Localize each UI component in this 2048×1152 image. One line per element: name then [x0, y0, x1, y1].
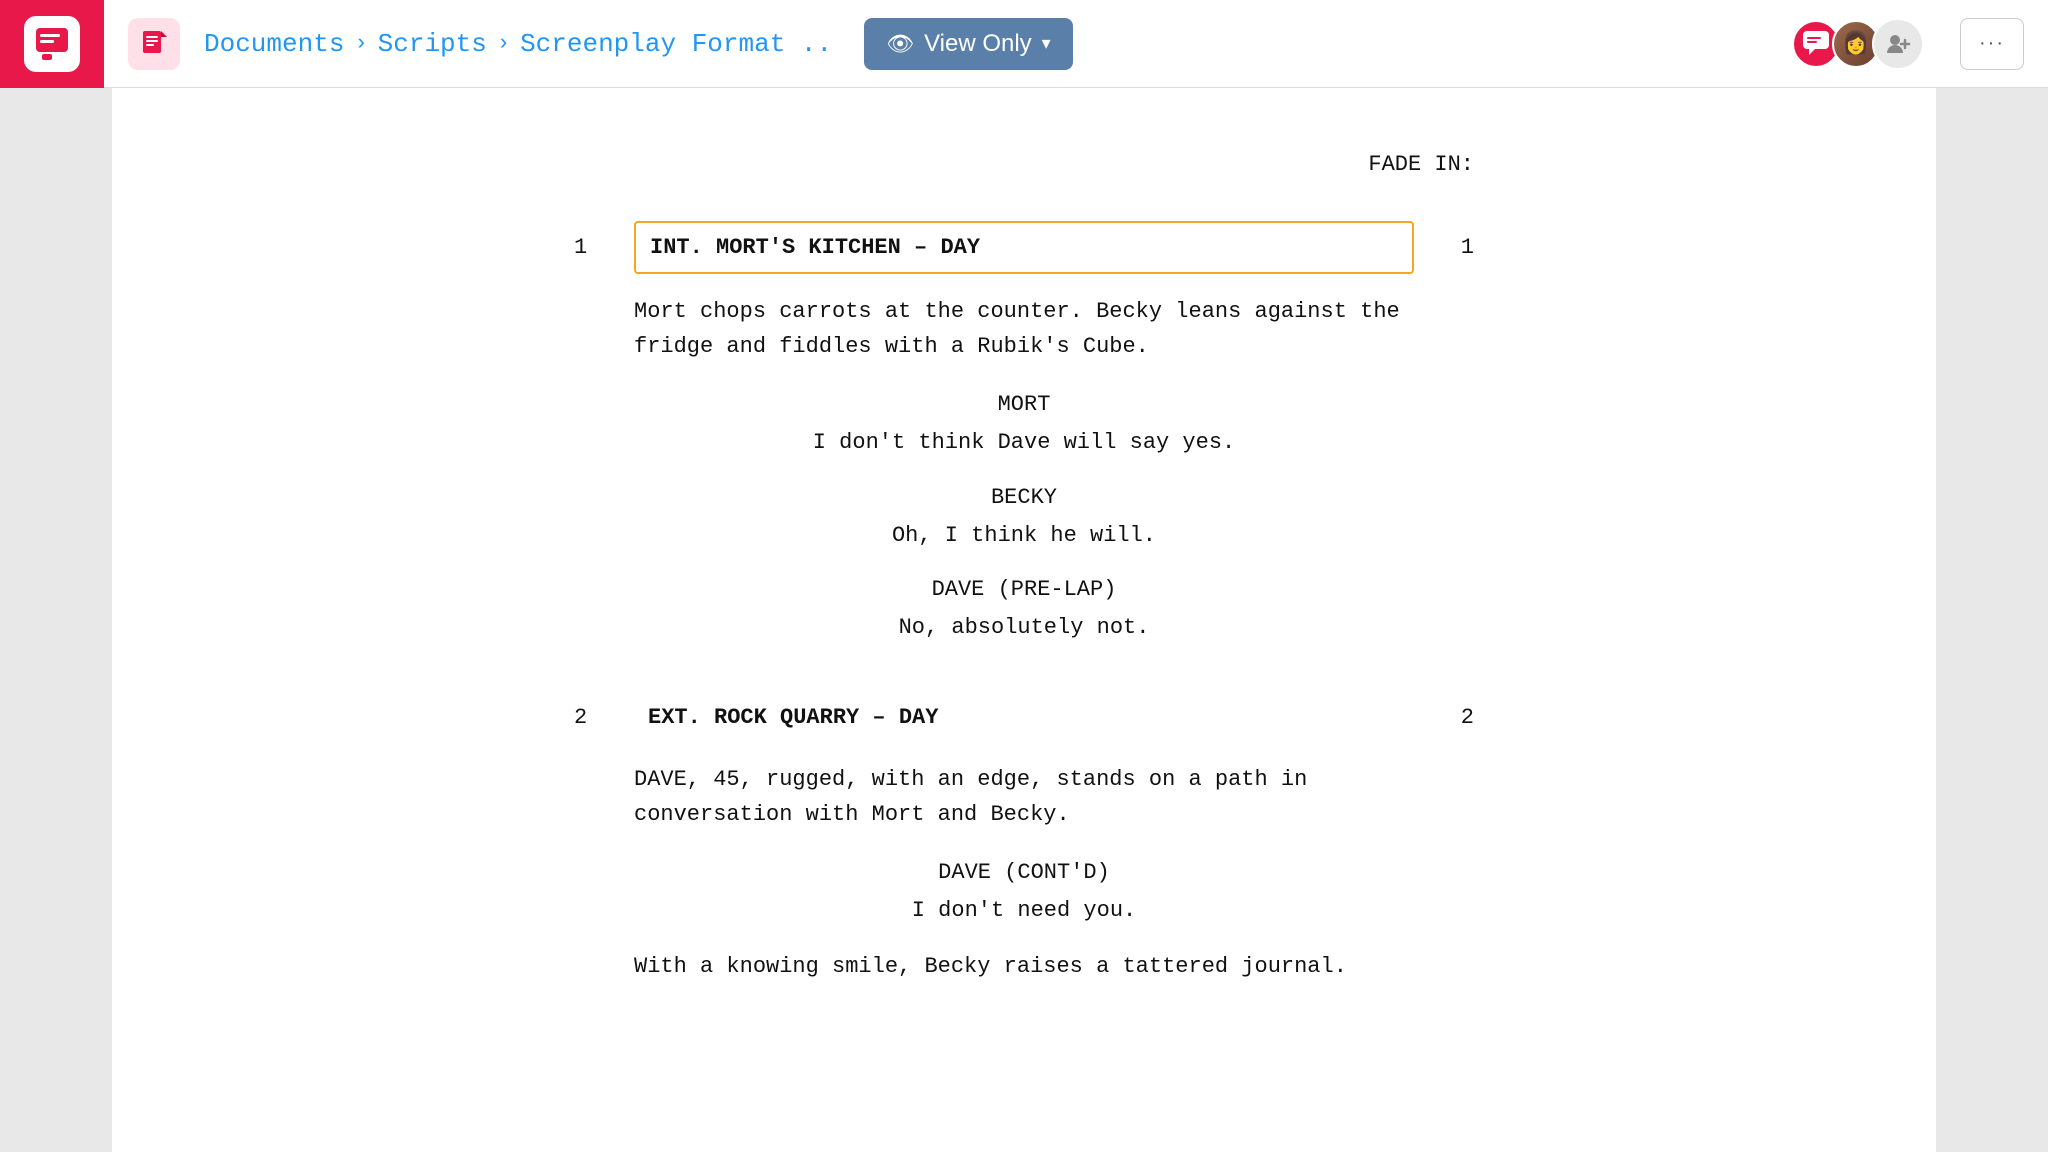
scene-number-left-1: 1	[574, 231, 634, 264]
character-dave-prelap: DAVE (PRE-LAP)	[574, 573, 1474, 606]
left-sidebar	[0, 88, 112, 1152]
chevron-down-icon: ▾	[1042, 33, 1051, 54]
document-area: FADE IN: 1 INT. MORT'S KITCHEN – DAY 1 M…	[112, 88, 1936, 1152]
doc-icon-button[interactable]	[128, 18, 180, 70]
avatar-add-user[interactable]	[1872, 18, 1924, 70]
breadcrumb-scripts[interactable]: Scripts	[378, 29, 487, 59]
navbar: Documents › Scripts › Screenplay Format …	[0, 0, 2048, 88]
breadcrumb-sep-2: ›	[497, 31, 510, 56]
breadcrumb-sep-1: ›	[354, 31, 367, 56]
scene-block-2: 2 EXT. ROCK QUARRY – DAY 2 DAVE, 45, rug…	[574, 693, 1474, 984]
dialogue-dave-contd-text: I don't need you.	[574, 893, 1474, 928]
scene-heading-2: EXT. ROCK QUARRY – DAY	[634, 693, 1414, 742]
right-sidebar	[1936, 88, 2048, 1152]
document-icon	[140, 30, 168, 58]
breadcrumb-current: Screenplay Format ..	[520, 29, 832, 59]
chat-logo-icon	[34, 26, 70, 62]
avatar-group: 👩	[1792, 18, 1924, 70]
app-logo	[0, 0, 104, 88]
chat-bubble-icon	[1801, 29, 1831, 59]
main-area: FADE IN: 1 INT. MORT'S KITCHEN – DAY 1 M…	[0, 88, 2048, 1152]
scene-heading-row-2: 2 EXT. ROCK QUARRY – DAY 2	[574, 693, 1474, 742]
scene-number-right-1: 1	[1414, 231, 1474, 264]
action-line-2b: With a knowing smile, Becky raises a tat…	[634, 949, 1414, 984]
dialogue-dave-prelap-text: No, absolutely not.	[574, 610, 1474, 645]
action-line-2: DAVE, 45, rugged, with an edge, stands o…	[634, 762, 1414, 832]
view-only-label: View Only	[924, 30, 1032, 58]
character-mort: MORT	[574, 388, 1474, 421]
scene-number-right-2: 2	[1414, 701, 1474, 734]
view-only-button[interactable]: 👁 View Only ▾	[864, 18, 1073, 70]
character-dave-contd: DAVE (CONT'D)	[574, 856, 1474, 889]
fade-in: FADE IN:	[574, 148, 1474, 181]
eye-icon: 👁	[886, 31, 914, 57]
users-icon	[1885, 31, 1911, 57]
logo-icon	[24, 16, 80, 72]
dialogue-mort-text: I don't think Dave will say yes.	[574, 425, 1474, 460]
dialogue-dave-contd: DAVE (CONT'D) I don't need you.	[574, 856, 1474, 928]
more-options-button[interactable]: ···	[1960, 18, 2024, 70]
breadcrumb: Documents › Scripts › Screenplay Format …	[204, 29, 832, 59]
action-line-1: Mort chops carrots at the counter. Becky…	[634, 294, 1414, 364]
scene-block-1: 1 INT. MORT'S KITCHEN – DAY 1 Mort chops…	[574, 221, 1474, 645]
scene-heading-1: INT. MORT'S KITCHEN – DAY	[634, 221, 1414, 274]
scene-number-left-2: 2	[574, 701, 634, 734]
scene-heading-row-1: 1 INT. MORT'S KITCHEN – DAY 1	[574, 221, 1474, 274]
character-becky: BECKY	[574, 481, 1474, 514]
breadcrumb-documents[interactable]: Documents	[204, 29, 344, 59]
dialogue-dave-prelap: DAVE (PRE-LAP) No, absolutely not.	[574, 573, 1474, 645]
dialogue-mort: MORT I don't think Dave will say yes.	[574, 388, 1474, 460]
script-content: FADE IN: 1 INT. MORT'S KITCHEN – DAY 1 M…	[574, 148, 1474, 984]
dialogue-becky-text: Oh, I think he will.	[574, 518, 1474, 553]
dialogue-becky: BECKY Oh, I think he will.	[574, 481, 1474, 553]
